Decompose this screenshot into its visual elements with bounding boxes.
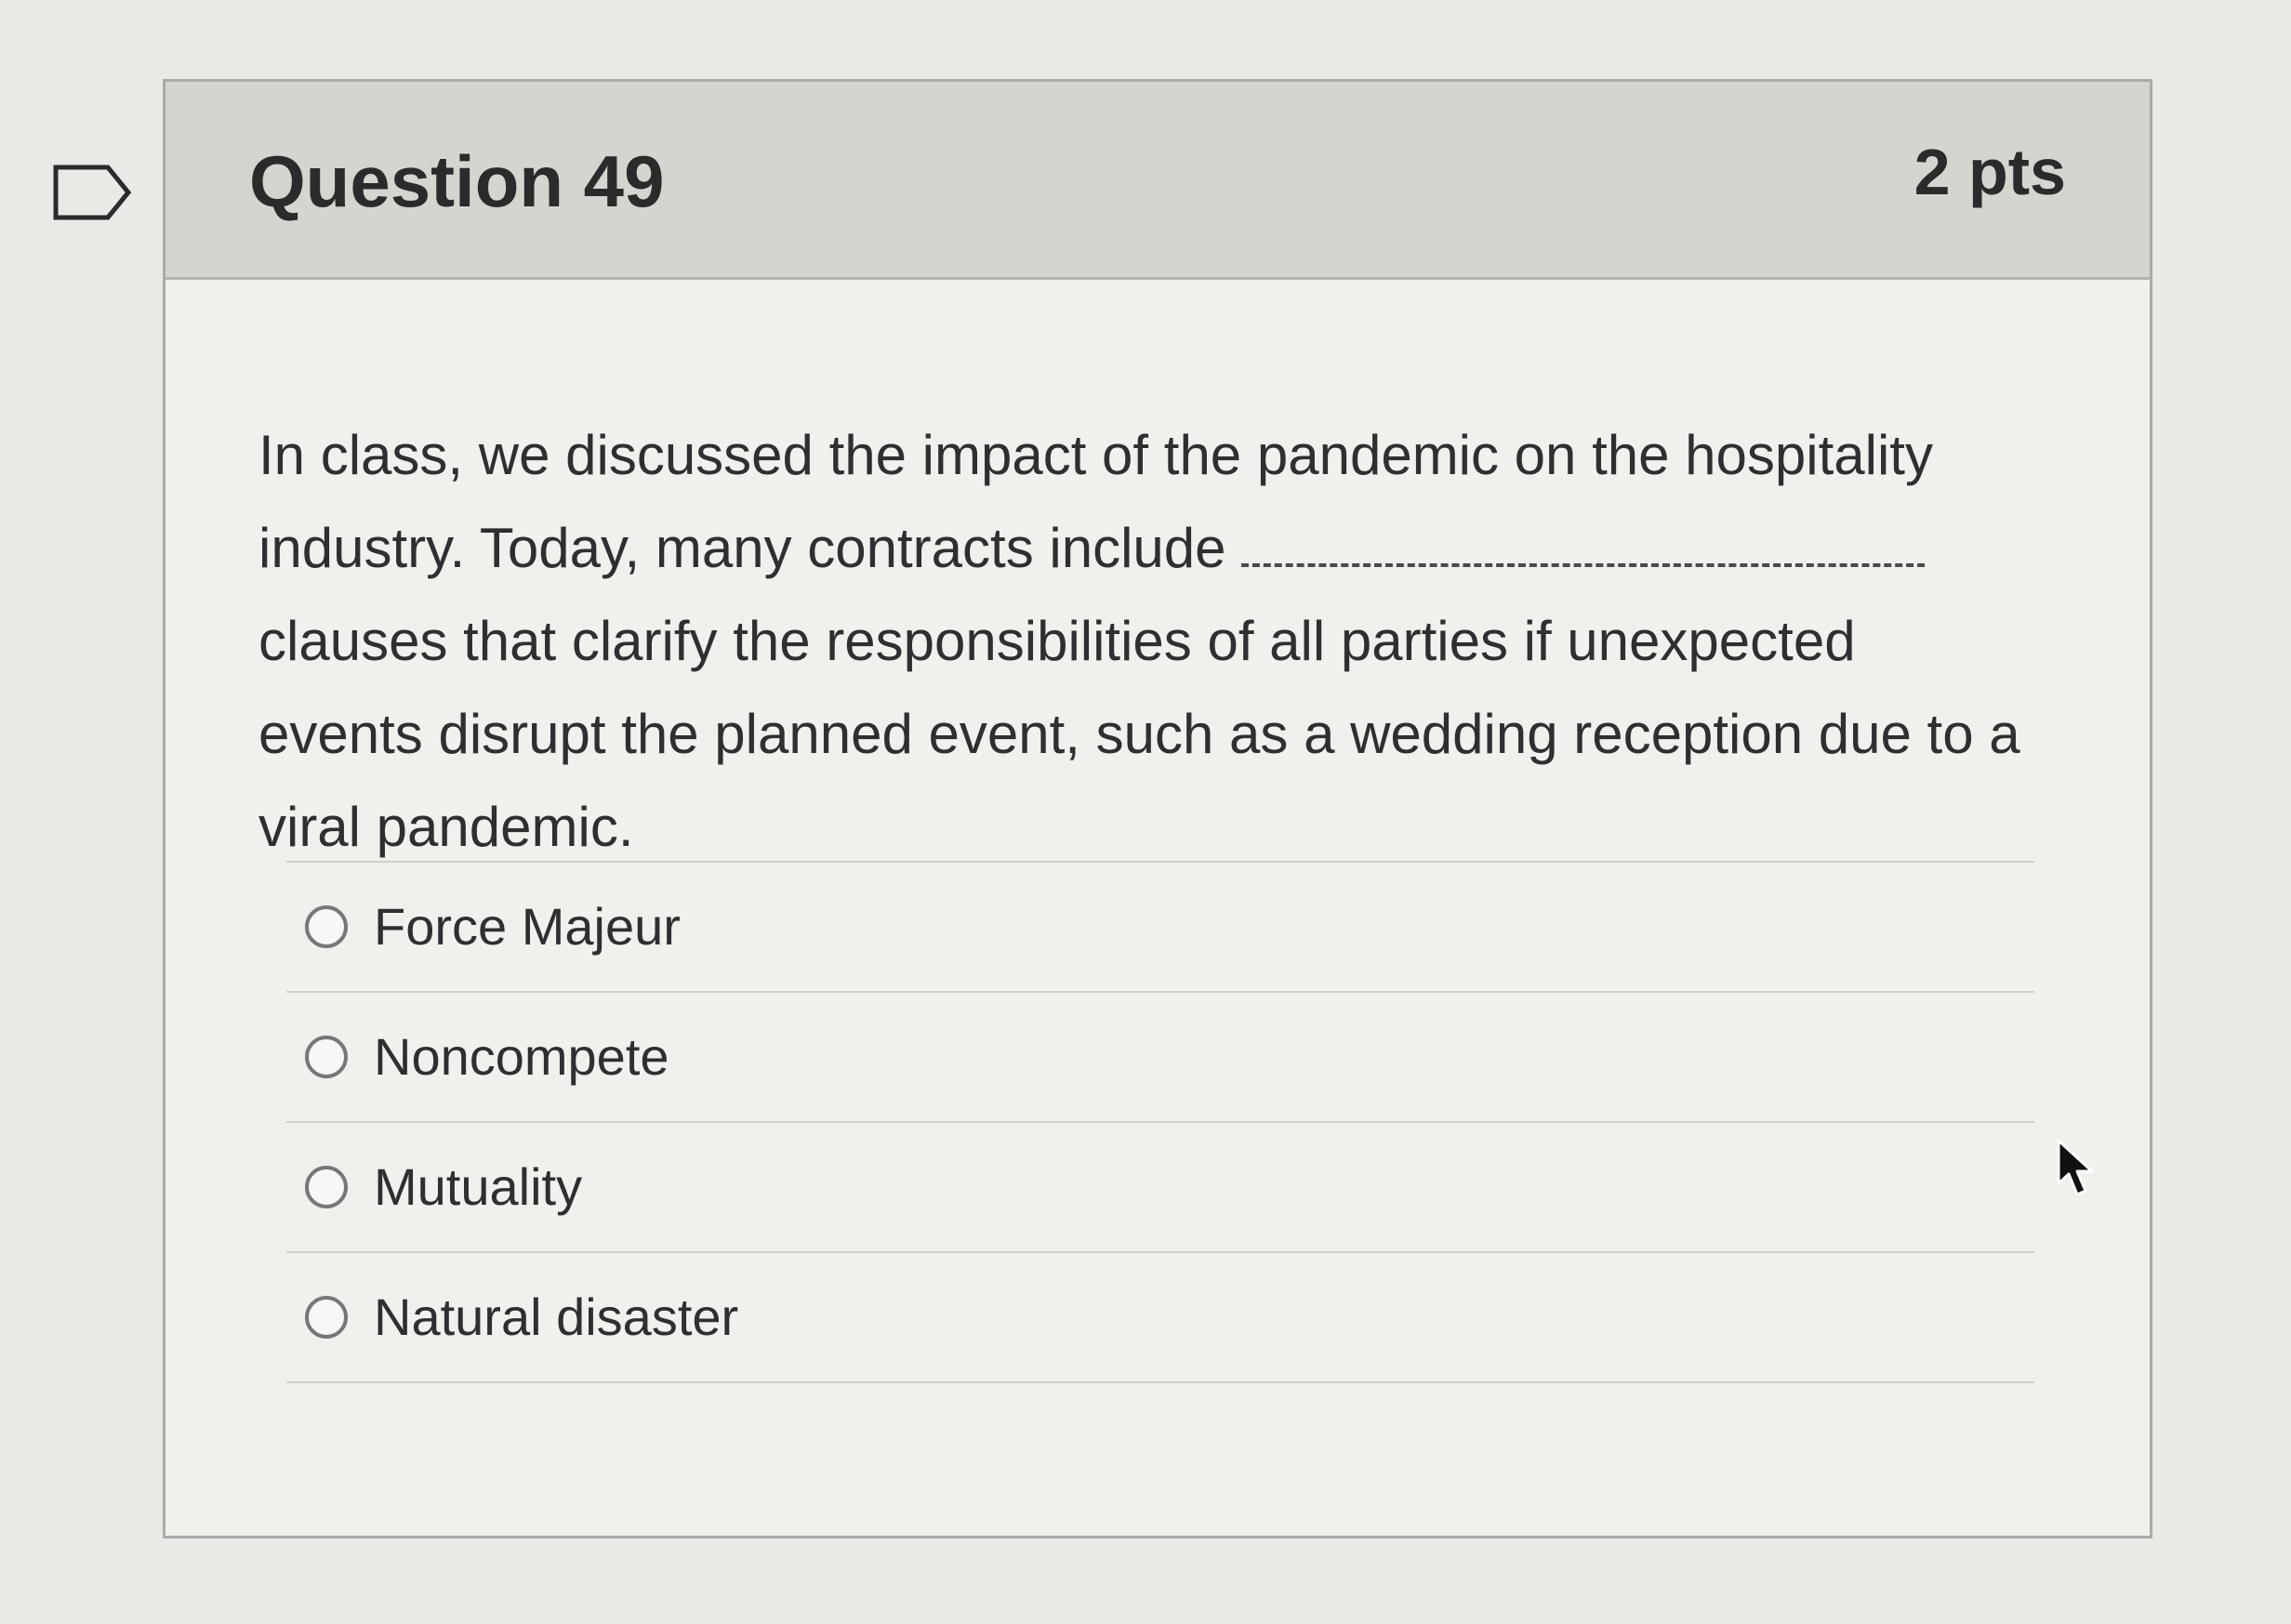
answer-label: Noncompete <box>374 1027 669 1086</box>
answer-option-mutuality[interactable]: Mutuality <box>286 1123 2034 1253</box>
answer-label: Mutuality <box>374 1157 583 1216</box>
question-points: 2 pts <box>1914 136 2066 208</box>
question-title: Question 49 <box>249 140 665 222</box>
radio-unchecked-icon[interactable] <box>305 1166 348 1208</box>
radio-unchecked-icon[interactable] <box>305 905 348 948</box>
fill-in-blank <box>1241 532 1926 567</box>
answer-option-noncompete[interactable]: Noncompete <box>286 993 2034 1123</box>
answer-option-natural-disaster[interactable]: Natural disaster <box>286 1253 2034 1383</box>
answer-label: Natural disaster <box>374 1287 739 1346</box>
question-text: In class, we discussed the impact of the… <box>258 409 2025 874</box>
answer-option-force-majeur[interactable]: Force Majeur <box>286 863 2034 993</box>
question-header: Question 49 2 pts <box>166 82 2150 280</box>
question-card: Question 49 2 pts In class, we discussed… <box>163 79 2152 1538</box>
radio-unchecked-icon[interactable] <box>305 1296 348 1339</box>
question-text-after-blank: clauses that clarify the responsibilitie… <box>258 610 2020 858</box>
radio-unchecked-icon[interactable] <box>305 1036 348 1078</box>
bookmark-flag-icon[interactable] <box>52 164 132 221</box>
answer-list: Force Majeur Noncompete Mutuality Natura… <box>286 861 2034 1383</box>
answer-label: Force Majeur <box>374 897 681 956</box>
